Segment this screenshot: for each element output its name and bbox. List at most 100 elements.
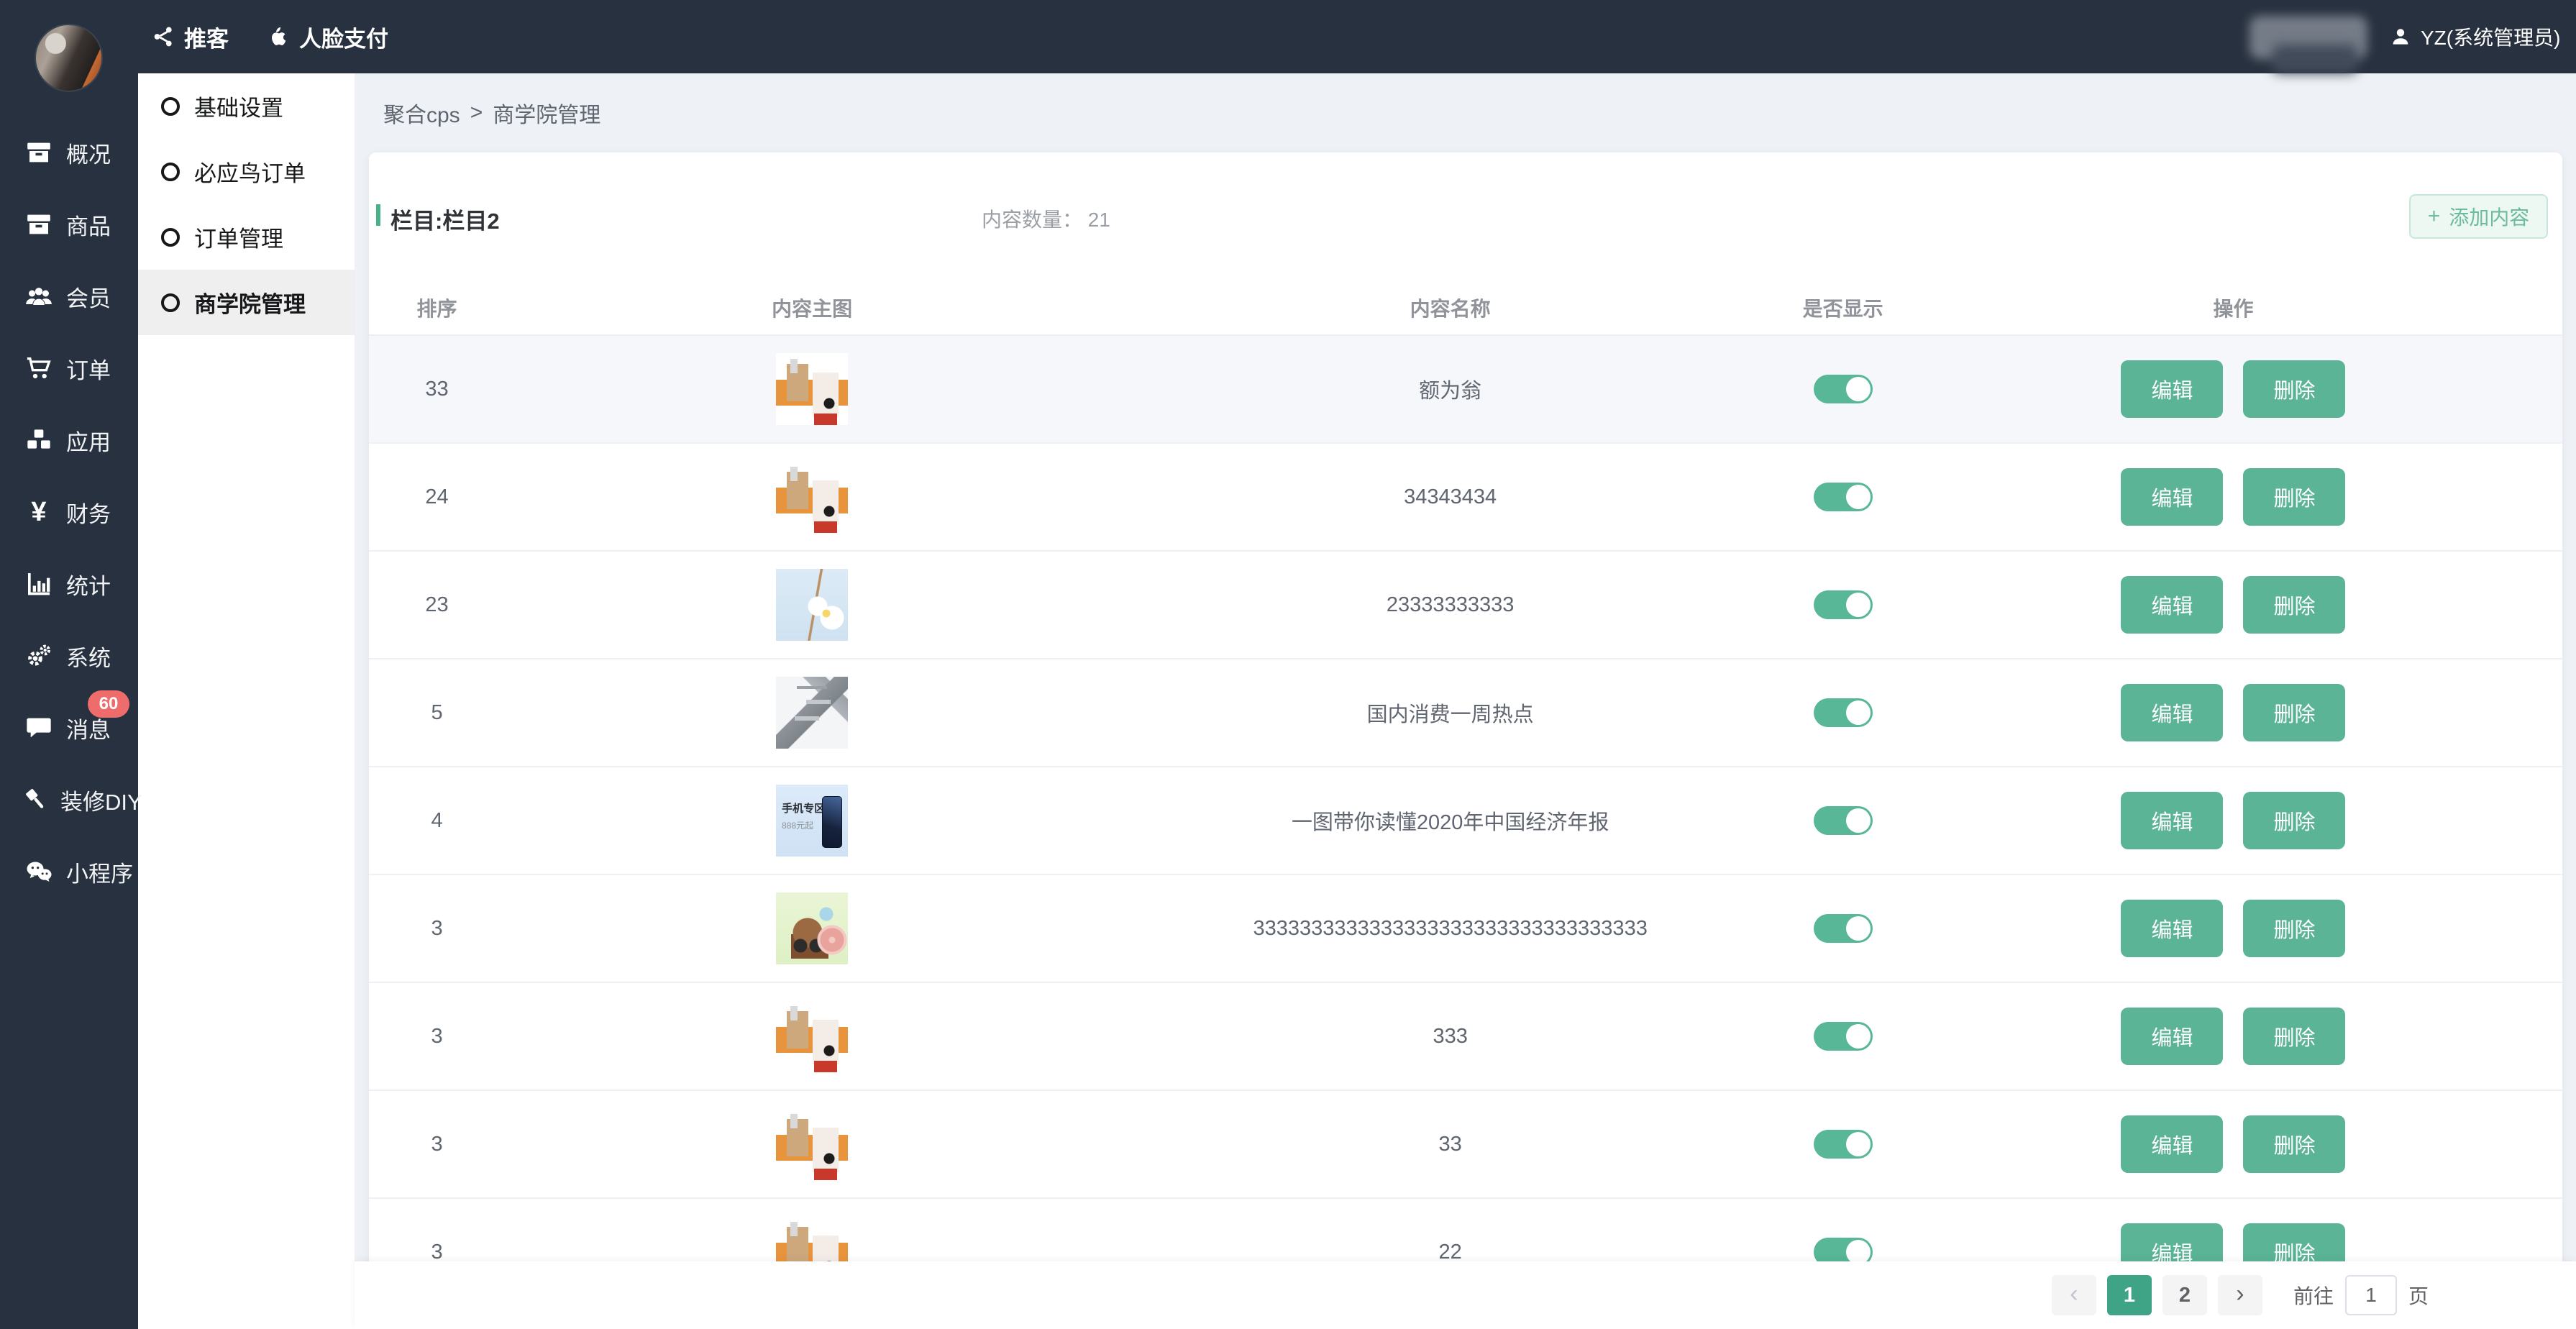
row-sort-value: 3 (431, 917, 442, 941)
sidebar-item-label: 装修DIY (60, 784, 142, 816)
sidebar-item-4[interactable]: 订单 (0, 332, 138, 404)
gears-icon (22, 641, 56, 670)
page-jump-input[interactable] (2345, 1275, 2397, 1315)
row-thumbnail-phone: 手机专区 888元起 (776, 785, 848, 857)
archive-icon (22, 138, 56, 167)
edit-button[interactable]: 编辑 (2121, 1115, 2223, 1173)
edit-button[interactable]: 编辑 (2121, 1008, 2223, 1065)
row-content-name: 国内消费一周热点 (1367, 698, 1534, 728)
table-row: 2434343434编辑删除 (369, 444, 2562, 552)
row-content-name: 额为翁 (1419, 374, 1481, 404)
delete-button[interactable]: 删除 (2243, 1115, 2345, 1173)
user-menu[interactable]: YZ(系统管理员) (2389, 0, 2560, 73)
table-body: 33额为翁编辑删除2434343434编辑删除2323333333333编辑删除… (369, 336, 2562, 1307)
visibility-toggle-on[interactable] (1814, 806, 1873, 835)
sidebar-item-9[interactable]: 消息60 (0, 692, 138, 764)
row-thumbnail-flower (776, 569, 848, 641)
edit-button[interactable]: 编辑 (2121, 900, 2223, 957)
sidebar-item-11[interactable]: 小程序 (0, 836, 138, 908)
sidebar-item-8[interactable]: 系统 (0, 620, 138, 692)
toggle-knob (1846, 808, 1871, 833)
top-nav-item-1[interactable]: 推客 (151, 21, 229, 53)
row-sort-value: 3 (431, 1025, 442, 1049)
sidebar-item-label: 会员 (66, 280, 111, 313)
top-nav-item-2[interactable]: 人脸支付 (266, 21, 388, 53)
avatar[interactable] (35, 24, 103, 92)
table-row: 33333333333333333333333333333333333编辑删除 (369, 875, 2562, 983)
submenu-item-1[interactable]: 基础设置 (138, 73, 355, 139)
topbar: 推客 人脸支付 YZ(系统管理员) (0, 0, 2576, 73)
row-sort-value: 23 (425, 593, 448, 617)
edit-button[interactable]: 编辑 (2121, 576, 2223, 634)
sidebar-item-3[interactable]: 会员 (0, 260, 138, 332)
page-button-2[interactable]: 2 (2162, 1275, 2207, 1315)
redacted-text-blur-2 (2273, 45, 2357, 73)
table-header-image: 内容主图 (505, 293, 1119, 322)
submenu-item-3[interactable]: 订单管理 (138, 204, 355, 270)
sidebar-item-1[interactable]: 概况 (0, 117, 138, 188)
edit-button[interactable]: 编辑 (2121, 360, 2223, 418)
sidebar-item-label: 订单 (66, 352, 111, 385)
toggle-knob (1846, 1240, 1871, 1264)
breadcrumb-part-1[interactable]: 聚合cps (383, 97, 460, 129)
visibility-toggle-on[interactable] (1814, 375, 1873, 403)
submenu-item-label: 基础设置 (194, 90, 283, 122)
delete-button[interactable]: 删除 (2243, 468, 2345, 526)
visibility-toggle-on[interactable] (1814, 914, 1873, 943)
visibility-toggle-on[interactable] (1814, 1022, 1873, 1051)
visibility-toggle-on[interactable] (1814, 1130, 1873, 1159)
toggle-knob (1846, 485, 1871, 509)
edit-button[interactable]: 编辑 (2121, 792, 2223, 849)
yen-icon: ¥ (22, 497, 56, 528)
breadcrumb-separator: > (470, 101, 483, 125)
primary-nav: 概况商品会员订单应用¥财务统计系统消息60装修DIY 小程序 (0, 117, 138, 908)
sidebar-item-label: 小程序 (66, 856, 133, 888)
circle-icon (161, 97, 180, 116)
sidebar-item-6[interactable]: ¥财务 (0, 476, 138, 548)
submenu-item-2[interactable]: 必应鸟订单 (138, 139, 355, 204)
thumb-phone-title: 手机专区 (782, 800, 825, 816)
top-nav-label: 推客 (184, 21, 229, 53)
table-header-sort: 排序 (369, 293, 505, 322)
edit-button[interactable]: 编辑 (2121, 684, 2223, 741)
next-page-button[interactable]: › (2218, 1275, 2262, 1315)
circle-icon (161, 293, 180, 312)
jump-suffix-label: 页 (2408, 1281, 2429, 1310)
delete-button[interactable]: 删除 (2243, 684, 2345, 741)
content-count-label: 内容数量： (982, 209, 1082, 231)
submenu-item-label: 必应鸟订单 (194, 155, 306, 188)
visibility-toggle-on[interactable] (1814, 698, 1873, 727)
content-count: 内容数量： 21 (982, 204, 1110, 233)
add-content-button[interactable]: + 添加内容 (2409, 194, 2548, 239)
visibility-toggle-on[interactable] (1814, 590, 1873, 619)
row-content-name: 22 (1439, 1241, 1462, 1264)
sidebar-item-2[interactable]: 商品 (0, 188, 138, 260)
sidebar-item-5[interactable]: 应用 (0, 404, 138, 476)
main-area: 聚合cps > 商学院管理 栏目:栏目2 内容数量： 21 + 添加内容 排序 … (355, 73, 2576, 1329)
box-icon (22, 210, 56, 239)
sidebar-item-7[interactable]: 统计 (0, 548, 138, 620)
thumb-phone-subtitle: 888元起 (782, 819, 813, 831)
table-header-name: 内容名称 (1119, 293, 1781, 322)
page-jump: 前往 页 (2293, 1275, 2429, 1315)
delete-button[interactable]: 删除 (2243, 792, 2345, 849)
row-sort-value: 3 (431, 1133, 442, 1156)
submenu-item-4[interactable]: 商学院管理 (138, 270, 355, 335)
comment-icon (22, 713, 56, 742)
table-header-visible: 是否显示 (1781, 293, 1904, 322)
delete-button[interactable]: 删除 (2243, 1008, 2345, 1065)
prev-page-button[interactable]: ‹ (2052, 1275, 2096, 1315)
delete-button[interactable]: 删除 (2243, 360, 2345, 418)
table-row: 4手机专区888元起一图带你读懂2020年中国经济年报编辑删除 (369, 767, 2562, 875)
delete-button[interactable]: 删除 (2243, 900, 2345, 957)
primary-sidebar: 概况商品会员订单应用¥财务统计系统消息60装修DIY 小程序 (0, 0, 138, 1329)
sidebar-item-label: 统计 (66, 568, 111, 600)
sidebar-item-10[interactable]: 装修DIY (0, 764, 138, 836)
visibility-toggle-on[interactable] (1814, 483, 1873, 511)
page-button-1[interactable]: 1 (2107, 1275, 2152, 1315)
delete-button[interactable]: 删除 (2243, 576, 2345, 634)
edit-button[interactable]: 编辑 (2121, 468, 2223, 526)
apple-icon (266, 24, 291, 49)
row-content-name: 23333333333 (1387, 593, 1514, 617)
card-header: 栏目:栏目2 内容数量： 21 + 添加内容 (369, 152, 2562, 280)
